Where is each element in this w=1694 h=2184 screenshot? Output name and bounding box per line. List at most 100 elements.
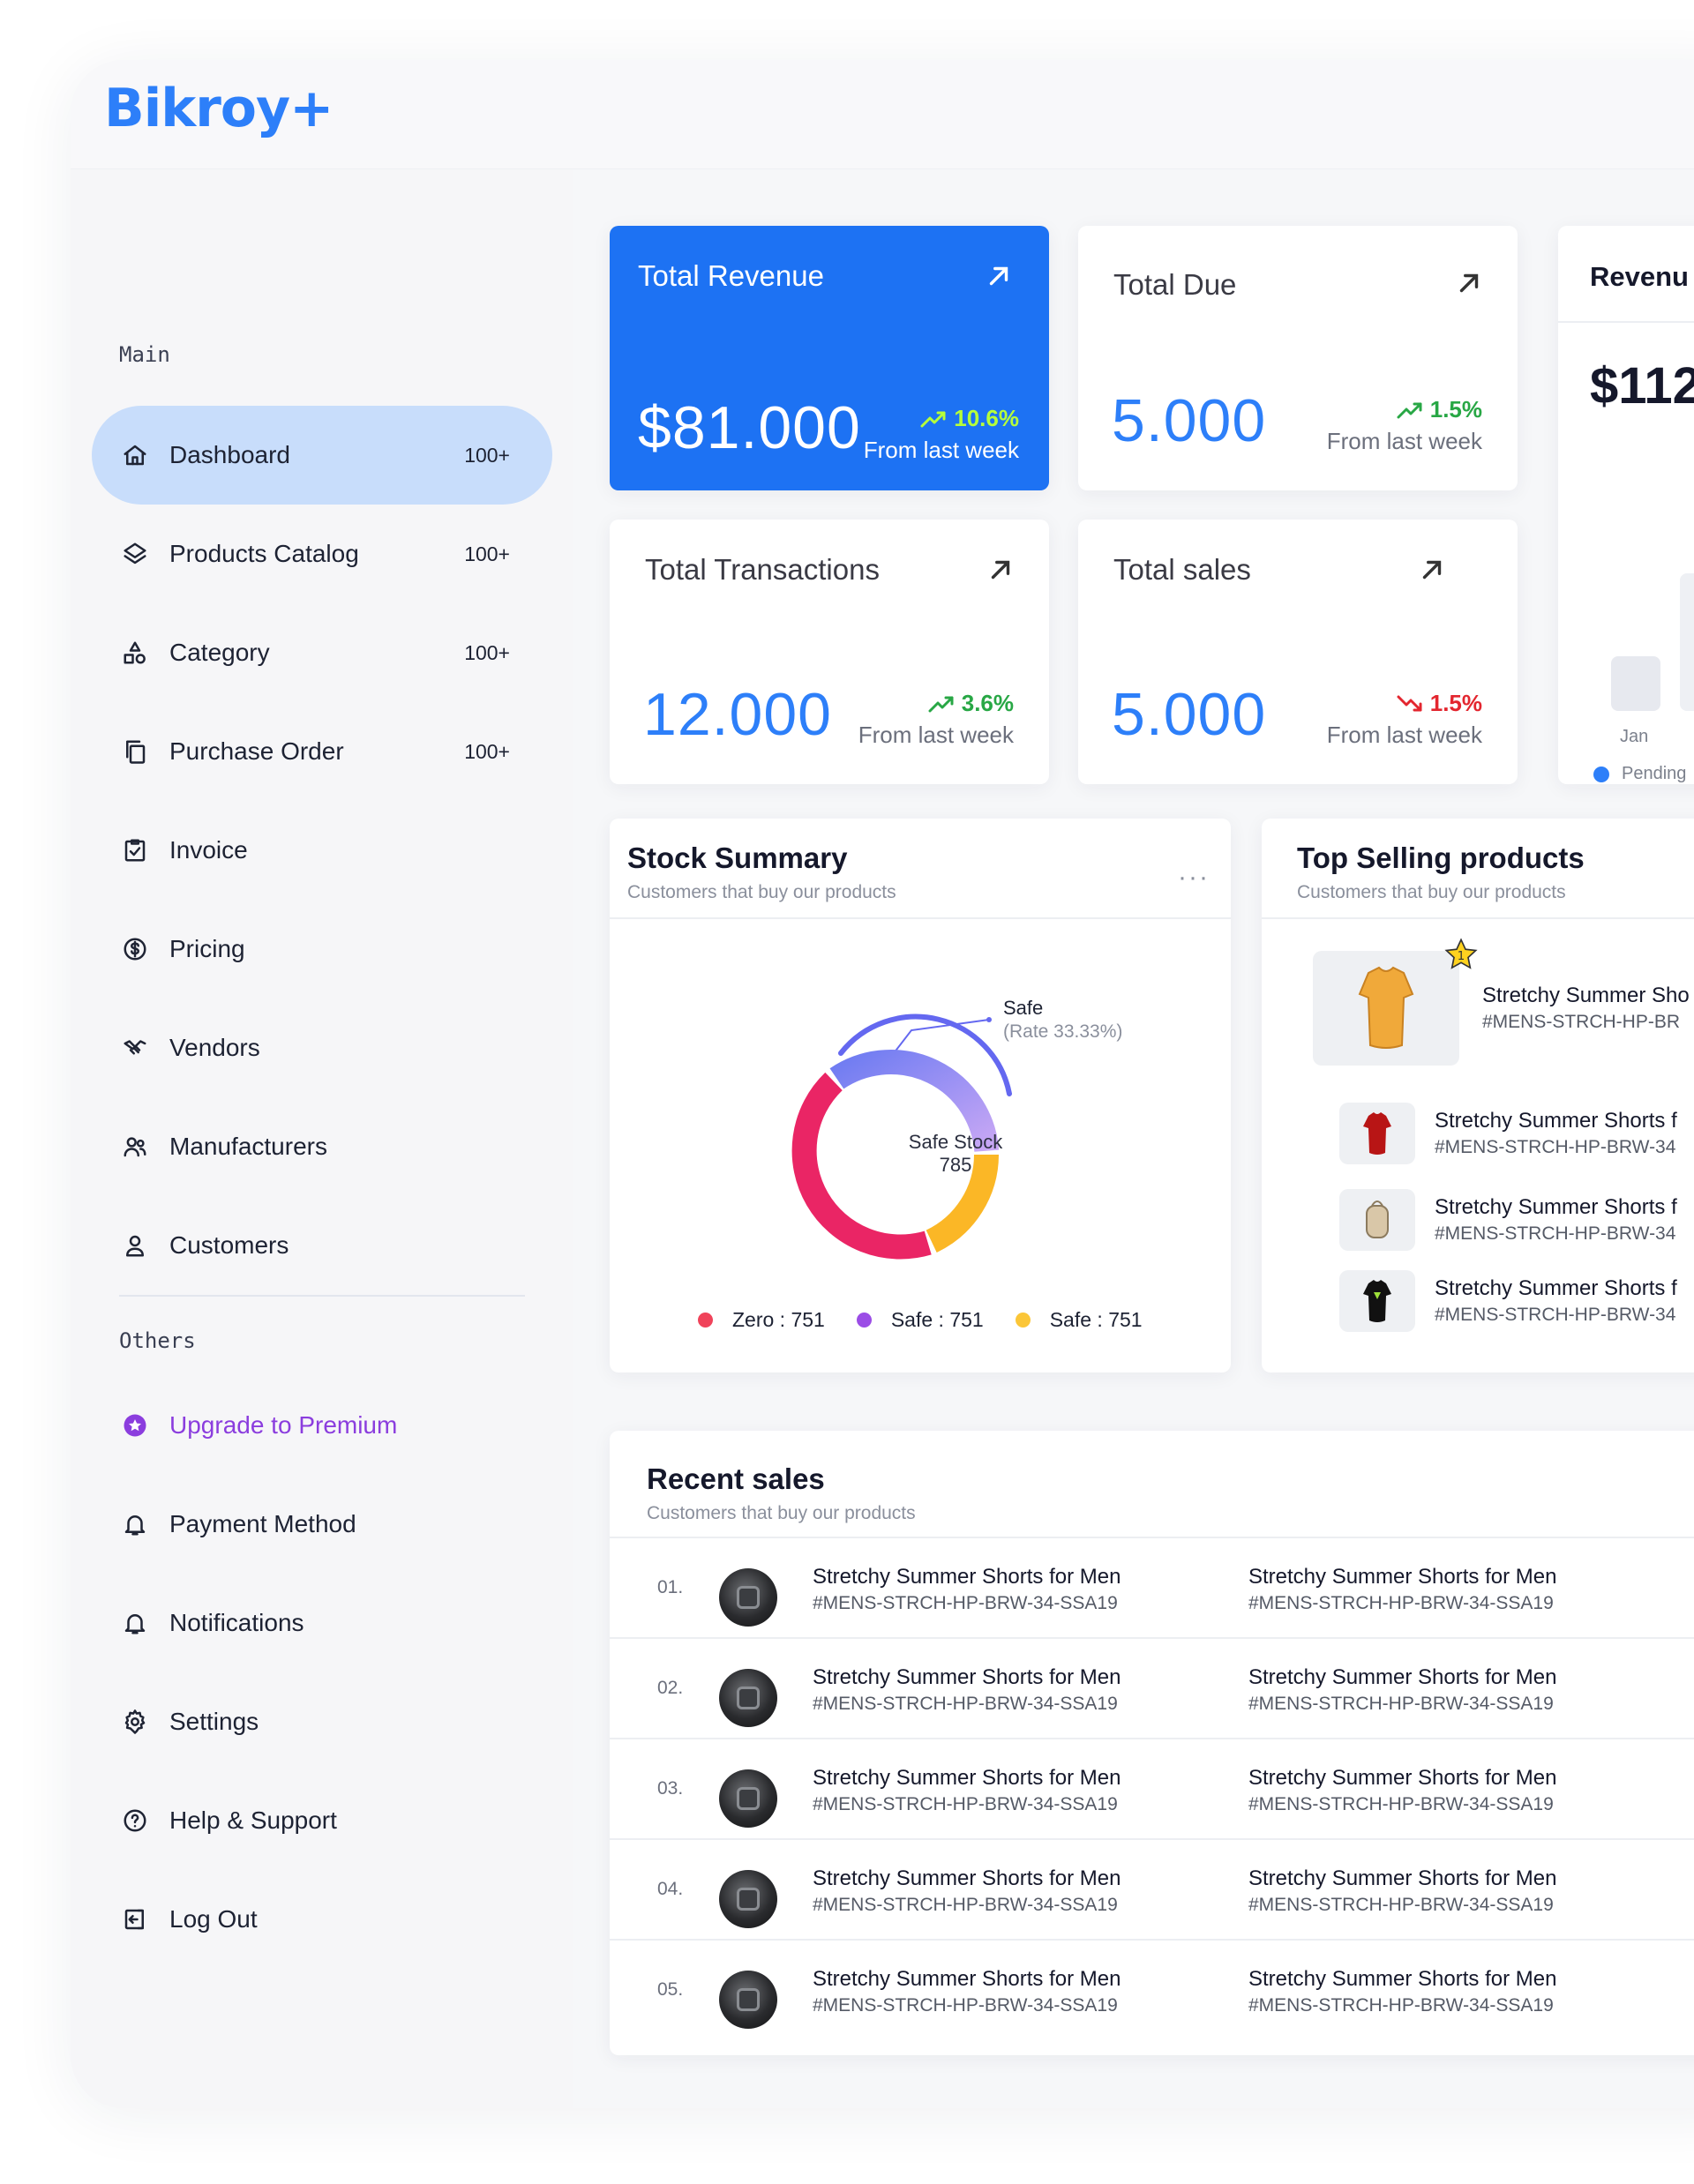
sidebar-item-label: Category xyxy=(169,639,270,666)
stat-card-total-revenue[interactable]: Total Revenue $81.000 10.6% From last we… xyxy=(610,226,1049,490)
top-product-item[interactable]: Stretchy Summer Shorts f #MENS-STRCH-HP-… xyxy=(1339,1189,1677,1251)
product-cell: Stretchy Summer Shorts for Men #MENS-STR… xyxy=(813,1665,1121,1715)
top-product-item[interactable]: 1 Stretchy Summer Sho #MENS-STRCH-HP-BR xyxy=(1313,938,1690,1066)
sidebar-item-category[interactable]: Category 100+ xyxy=(92,603,552,702)
panel-subtitle: Customers that buy our products xyxy=(627,882,896,902)
table-row[interactable]: 02. Stretchy Summer Shorts for Men #MENS… xyxy=(610,1637,1694,1738)
product-name: Stretchy Summer Shorts for Men xyxy=(813,1866,1121,1890)
row-number: 01. xyxy=(657,1577,684,1597)
arrow-up-right-icon[interactable] xyxy=(1417,555,1447,585)
stat-subtext: From last week xyxy=(1326,722,1482,748)
app-logo[interactable]: Bikroy+ xyxy=(104,78,334,139)
bar-feb[interactable] xyxy=(1680,573,1694,711)
sidebar-item-manufacturers[interactable]: Manufacturers xyxy=(92,1097,552,1196)
stat-subtext: From last week xyxy=(1326,428,1482,454)
panel-divider xyxy=(1558,321,1694,323)
sidebar-item-customers[interactable]: Customers xyxy=(92,1196,552,1295)
more-options-icon[interactable]: ··· xyxy=(1178,863,1210,893)
sidebar-item-label: Help & Support xyxy=(169,1806,337,1834)
trend-up-icon xyxy=(928,696,954,712)
product-name: Stretchy Summer Shorts for Men xyxy=(1248,1967,1557,1991)
legend-dot xyxy=(856,1313,872,1328)
donut-segment-red[interactable] xyxy=(791,1072,932,1260)
sidebar-item-help-support[interactable]: Help & Support xyxy=(92,1771,552,1870)
sidebar-item-label: Purchase Order xyxy=(169,737,344,765)
donut-legend: Zero : 751 Safe : 751 Safe : 751 xyxy=(698,1308,1143,1332)
sidebar-item-label: Customers xyxy=(169,1231,289,1259)
product-cell: Stretchy Summer Shorts for Men #MENS-STR… xyxy=(813,1967,1121,2016)
panel-divider xyxy=(1262,917,1694,919)
sidebar-item-pricing[interactable]: Pricing xyxy=(92,900,552,999)
product-avatar xyxy=(719,1971,777,2029)
panel-title: Top Selling products xyxy=(1297,841,1585,874)
arrow-up-right-icon[interactable] xyxy=(984,261,1014,291)
table-row[interactable]: 05. Stretchy Summer Shorts for Men #MENS… xyxy=(610,1939,1694,2039)
sidebar-item-payment-method[interactable]: Payment Method xyxy=(92,1475,552,1574)
sidebar-item-log-out[interactable]: Log Out xyxy=(92,1870,552,1969)
product-name: Stretchy Summer Shorts for Men xyxy=(1248,1866,1557,1890)
stat-card-total-transactions[interactable]: Total Transactions 12.000 3.6% From last… xyxy=(610,520,1049,784)
product-thumbnail: 1 xyxy=(1313,938,1478,1066)
section-label-others: Others xyxy=(119,1328,196,1353)
trend-value: 3.6% xyxy=(961,690,1014,716)
top-product-item[interactable]: Stretchy Summer Shorts f #MENS-STRCH-HP-… xyxy=(1339,1103,1677,1164)
sidebar-item-label: Log Out xyxy=(169,1905,258,1933)
sidebar-item-invoice[interactable]: Invoice xyxy=(92,801,552,900)
stat-subtext: From last week xyxy=(858,722,1014,748)
table-row[interactable]: 03. Stretchy Summer Shorts for Men #MENS… xyxy=(610,1738,1694,1838)
black-shirt-image xyxy=(1363,1280,1391,1322)
product-cell: Stretchy Summer Shorts for Men #MENS-STR… xyxy=(1248,1967,1556,2016)
stat-card-total-due[interactable]: Total Due 5.000 1.5% From last week xyxy=(1078,226,1518,490)
product-sku: #MENS-STRCH-HP-BRW-34-SSA19 xyxy=(1248,1995,1554,2016)
panel-title: Stock Summary xyxy=(627,841,848,874)
top-bar: Bikroy+ xyxy=(71,60,1694,169)
stat-value: $81.000 xyxy=(638,394,861,461)
product-name: Stretchy Summer Shorts f xyxy=(1435,1109,1677,1133)
product-name: Stretchy Summer Shorts for Men xyxy=(1248,1766,1557,1790)
product-sku: #MENS-STRCH-HP-BRW-34-SSA19 xyxy=(813,1995,1118,2016)
trend-indicator: 1.5% xyxy=(1397,396,1482,423)
sidebar-item-products-catalog[interactable]: Products Catalog 100+ xyxy=(92,505,552,603)
product-sku: #MENS-STRCH-HP-BRW-34-SSA19 xyxy=(813,1895,1118,1915)
sidebar-item-notifications[interactable]: Notifications xyxy=(92,1574,552,1672)
top-product-item[interactable]: Stretchy Summer Shorts f #MENS-STRCH-HP-… xyxy=(1339,1270,1677,1332)
sidebar-item-vendors[interactable]: Vendors xyxy=(92,999,552,1097)
arrow-up-right-icon[interactable] xyxy=(1454,268,1484,298)
sidebar-item-count: 100+ xyxy=(464,640,510,664)
sidebar-item-count: 100+ xyxy=(464,739,510,763)
stat-value: 12.000 xyxy=(643,681,832,748)
product-info: Stretchy Summer Shorts f #MENS-STRCH-HP-… xyxy=(1435,1276,1677,1326)
panel-subtitle: Customers that buy our products xyxy=(647,1503,916,1523)
sidebar-item-label: Payment Method xyxy=(169,1510,356,1537)
stat-title: Total Due xyxy=(1113,268,1237,301)
callout-rate: (Rate 33.33%) xyxy=(1003,1021,1122,1042)
product-sku: #MENS-STRCH-HP-BRW-34-SSA19 xyxy=(813,1794,1118,1814)
sidebar-item-label: Pricing xyxy=(169,935,245,962)
sidebar-item-count: 100+ xyxy=(464,443,510,467)
table-row[interactable]: 01. Stretchy Summer Shorts for Men #MENS… xyxy=(610,1537,1694,1637)
bar-jan[interactable] xyxy=(1611,656,1660,711)
stat-card-total-sales[interactable]: Total sales 5.000 1.5% From last week xyxy=(1078,520,1518,784)
sidebar-item-label: Dashboard xyxy=(169,441,290,468)
product-avatar xyxy=(719,1769,777,1828)
table-row[interactable]: 04. Stretchy Summer Shorts for Men #MENS… xyxy=(610,1838,1694,1939)
product-info: Stretchy Summer Shorts f #MENS-STRCH-HP-… xyxy=(1435,1109,1677,1158)
product-name: Stretchy Summer Shorts f xyxy=(1435,1276,1677,1300)
sidebar-item-settings[interactable]: Settings xyxy=(92,1672,552,1771)
sidebar-item-label: Products Catalog xyxy=(169,540,359,567)
logout-icon xyxy=(120,1904,150,1934)
sidebar-item-count: 100+ xyxy=(464,542,510,565)
legend-label: Safe : 751 xyxy=(890,1308,984,1331)
revenue-panel-value: $112 xyxy=(1590,357,1694,415)
sidebar-item-dashboard[interactable]: Dashboard 100+ xyxy=(92,406,552,505)
panel-title: Recent sales xyxy=(647,1462,825,1495)
help-circle-icon xyxy=(120,1806,150,1836)
product-name: Stretchy Summer Shorts f xyxy=(1435,1195,1677,1219)
sidebar-item-label: Upgrade to Premium xyxy=(169,1411,398,1439)
sidebar-item-upgrade-premium[interactable]: Upgrade to Premium xyxy=(92,1376,552,1475)
layers-icon xyxy=(120,539,150,569)
sidebar-item-purchase-order[interactable]: Purchase Order 100+ xyxy=(92,702,552,801)
product-sku: #MENS-STRCH-HP-BR xyxy=(1482,1012,1681,1032)
legend-pending: Pending xyxy=(1593,764,1686,784)
arrow-up-right-icon[interactable] xyxy=(986,555,1016,585)
